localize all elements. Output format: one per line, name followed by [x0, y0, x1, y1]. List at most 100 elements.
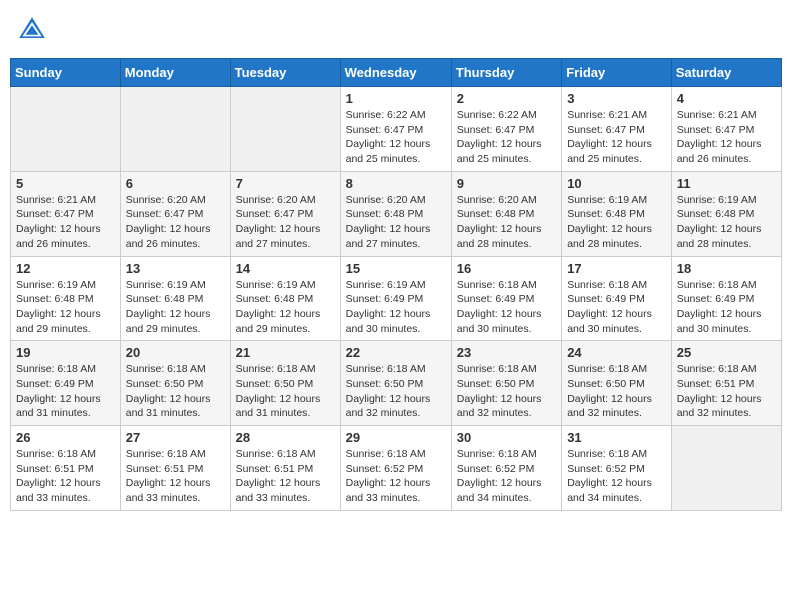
day-number: 25 — [677, 345, 776, 360]
calendar-cell: 24 Sunrise: 6:18 AMSunset: 6:50 PMDayligh… — [562, 341, 672, 426]
day-number: 17 — [567, 261, 666, 276]
calendar-cell: 25 Sunrise: 6:18 AMSunset: 6:51 PMDayligh… — [671, 341, 781, 426]
day-number: 30 — [457, 430, 556, 445]
calendar-cell: 8 Sunrise: 6:20 AMSunset: 6:48 PMDaylight… — [340, 171, 451, 256]
calendar-table: SundayMondayTuesdayWednesdayThursdayFrid… — [10, 58, 782, 511]
day-info: Sunrise: 6:18 AMSunset: 6:51 PMDaylight:… — [16, 447, 115, 506]
calendar-cell: 1 Sunrise: 6:22 AMSunset: 6:47 PMDaylight… — [340, 87, 451, 172]
page-header — [10, 10, 782, 50]
day-number: 31 — [567, 430, 666, 445]
day-info: Sunrise: 6:18 AMSunset: 6:52 PMDaylight:… — [457, 447, 556, 506]
day-info: Sunrise: 6:18 AMSunset: 6:51 PMDaylight:… — [677, 362, 776, 421]
day-info: Sunrise: 6:18 AMSunset: 6:50 PMDaylight:… — [346, 362, 446, 421]
day-number: 13 — [126, 261, 225, 276]
day-number: 6 — [126, 176, 225, 191]
calendar-cell: 30 Sunrise: 6:18 AMSunset: 6:52 PMDayligh… — [451, 426, 561, 511]
calendar-cell: 14 Sunrise: 6:19 AMSunset: 6:48 PMDayligh… — [230, 256, 340, 341]
day-number: 1 — [346, 91, 446, 106]
calendar-cell — [11, 87, 121, 172]
day-info: Sunrise: 6:20 AMSunset: 6:48 PMDaylight:… — [457, 193, 556, 252]
calendar-cell — [230, 87, 340, 172]
day-number: 28 — [236, 430, 335, 445]
day-number: 10 — [567, 176, 666, 191]
calendar-cell — [671, 426, 781, 511]
day-info: Sunrise: 6:18 AMSunset: 6:49 PMDaylight:… — [677, 278, 776, 337]
calendar-cell: 2 Sunrise: 6:22 AMSunset: 6:47 PMDaylight… — [451, 87, 561, 172]
day-info: Sunrise: 6:21 AMSunset: 6:47 PMDaylight:… — [677, 108, 776, 167]
day-number: 27 — [126, 430, 225, 445]
day-number: 20 — [126, 345, 225, 360]
day-info: Sunrise: 6:19 AMSunset: 6:48 PMDaylight:… — [677, 193, 776, 252]
calendar-week-row: 19Sunrise: 6:18 AMSunset: 6:49 PMDayligh… — [11, 341, 782, 426]
calendar-week-row: 1 Sunrise: 6:22 AMSunset: 6:47 PMDaylight… — [11, 87, 782, 172]
calendar-cell: 11 Sunrise: 6:19 AMSunset: 6:48 PMDayligh… — [671, 171, 781, 256]
day-number: 21 — [236, 345, 335, 360]
day-number: 18 — [677, 261, 776, 276]
day-number: 8 — [346, 176, 446, 191]
calendar-cell: 6 Sunrise: 6:20 AMSunset: 6:47 PMDaylight… — [120, 171, 230, 256]
day-info: Sunrise: 6:22 AMSunset: 6:47 PMDaylight:… — [346, 108, 446, 167]
day-info: Sunrise: 6:18 AMSunset: 6:49 PMDaylight:… — [16, 362, 115, 421]
day-header-sunday: Sunday — [11, 59, 121, 87]
day-number: 23 — [457, 345, 556, 360]
day-info: Sunrise: 6:18 AMSunset: 6:51 PMDaylight:… — [236, 447, 335, 506]
day-number: 3 — [567, 91, 666, 106]
day-header-monday: Monday — [120, 59, 230, 87]
day-number: 14 — [236, 261, 335, 276]
day-number: 2 — [457, 91, 556, 106]
day-number: 9 — [457, 176, 556, 191]
day-info: Sunrise: 6:19 AMSunset: 6:48 PMDaylight:… — [16, 278, 115, 337]
calendar-week-row: 26 Sunrise: 6:18 AMSunset: 6:51 PMDayligh… — [11, 426, 782, 511]
day-info: Sunrise: 6:19 AMSunset: 6:48 PMDaylight:… — [567, 193, 666, 252]
day-number: 26 — [16, 430, 115, 445]
day-number: 11 — [677, 176, 776, 191]
calendar-cell — [120, 87, 230, 172]
day-number: 16 — [457, 261, 556, 276]
day-number: 24 — [567, 345, 666, 360]
day-info: Sunrise: 6:19 AMSunset: 6:48 PMDaylight:… — [236, 278, 335, 337]
day-info: Sunrise: 6:21 AMSunset: 6:47 PMDaylight:… — [567, 108, 666, 167]
calendar-cell: 23Sunrise: 6:18 AMSunset: 6:50 PMDayligh… — [451, 341, 561, 426]
calendar-cell: 17 Sunrise: 6:18 AMSunset: 6:49 PMDayligh… — [562, 256, 672, 341]
day-number: 22 — [346, 345, 446, 360]
day-info: Sunrise: 6:18 AMSunset: 6:52 PMDaylight:… — [567, 447, 666, 506]
calendar-week-row: 12 Sunrise: 6:19 AMSunset: 6:48 PMDayligh… — [11, 256, 782, 341]
day-info: Sunrise: 6:18 AMSunset: 6:52 PMDaylight:… — [346, 447, 446, 506]
calendar-cell: 18 Sunrise: 6:18 AMSunset: 6:49 PMDayligh… — [671, 256, 781, 341]
calendar-cell: 21Sunrise: 6:18 AMSunset: 6:50 PMDayligh… — [230, 341, 340, 426]
day-info: Sunrise: 6:18 AMSunset: 6:51 PMDaylight:… — [126, 447, 225, 506]
calendar-cell: 12 Sunrise: 6:19 AMSunset: 6:48 PMDayligh… — [11, 256, 121, 341]
day-info: Sunrise: 6:20 AMSunset: 6:47 PMDaylight:… — [126, 193, 225, 252]
calendar-cell: 4Sunrise: 6:21 AMSunset: 6:47 PMDaylight… — [671, 87, 781, 172]
logo-icon — [16, 14, 48, 46]
calendar-cell: 22 Sunrise: 6:18 AMSunset: 6:50 PMDayligh… — [340, 341, 451, 426]
calendar-header-row: SundayMondayTuesdayWednesdayThursdayFrid… — [11, 59, 782, 87]
day-number: 29 — [346, 430, 446, 445]
day-number: 15 — [346, 261, 446, 276]
day-header-tuesday: Tuesday — [230, 59, 340, 87]
day-header-saturday: Saturday — [671, 59, 781, 87]
day-info: Sunrise: 6:22 AMSunset: 6:47 PMDaylight:… — [457, 108, 556, 167]
calendar-cell: 19Sunrise: 6:18 AMSunset: 6:49 PMDayligh… — [11, 341, 121, 426]
day-info: Sunrise: 6:18 AMSunset: 6:50 PMDaylight:… — [567, 362, 666, 421]
day-number: 7 — [236, 176, 335, 191]
day-info: Sunrise: 6:18 AMSunset: 6:49 PMDaylight:… — [457, 278, 556, 337]
calendar-week-row: 5Sunrise: 6:21 AMSunset: 6:47 PMDaylight… — [11, 171, 782, 256]
day-number: 12 — [16, 261, 115, 276]
calendar-cell: 5Sunrise: 6:21 AMSunset: 6:47 PMDaylight… — [11, 171, 121, 256]
calendar-cell: 9 Sunrise: 6:20 AMSunset: 6:48 PMDaylight… — [451, 171, 561, 256]
calendar-cell: 28 Sunrise: 6:18 AMSunset: 6:51 PMDayligh… — [230, 426, 340, 511]
day-info: Sunrise: 6:19 AMSunset: 6:49 PMDaylight:… — [346, 278, 446, 337]
day-info: Sunrise: 6:18 AMSunset: 6:49 PMDaylight:… — [567, 278, 666, 337]
day-info: Sunrise: 6:20 AMSunset: 6:48 PMDaylight:… — [346, 193, 446, 252]
calendar-cell: 26 Sunrise: 6:18 AMSunset: 6:51 PMDayligh… — [11, 426, 121, 511]
calendar-cell: 7Sunrise: 6:20 AMSunset: 6:47 PMDaylight… — [230, 171, 340, 256]
calendar-cell: 31 Sunrise: 6:18 AMSunset: 6:52 PMDayligh… — [562, 426, 672, 511]
calendar-cell: 13Sunrise: 6:19 AMSunset: 6:48 PMDayligh… — [120, 256, 230, 341]
day-header-wednesday: Wednesday — [340, 59, 451, 87]
day-header-friday: Friday — [562, 59, 672, 87]
calendar-cell: 29 Sunrise: 6:18 AMSunset: 6:52 PMDayligh… — [340, 426, 451, 511]
calendar-cell: 27 Sunrise: 6:18 AMSunset: 6:51 PMDayligh… — [120, 426, 230, 511]
day-header-thursday: Thursday — [451, 59, 561, 87]
calendar-cell: 3 Sunrise: 6:21 AMSunset: 6:47 PMDaylight… — [562, 87, 672, 172]
